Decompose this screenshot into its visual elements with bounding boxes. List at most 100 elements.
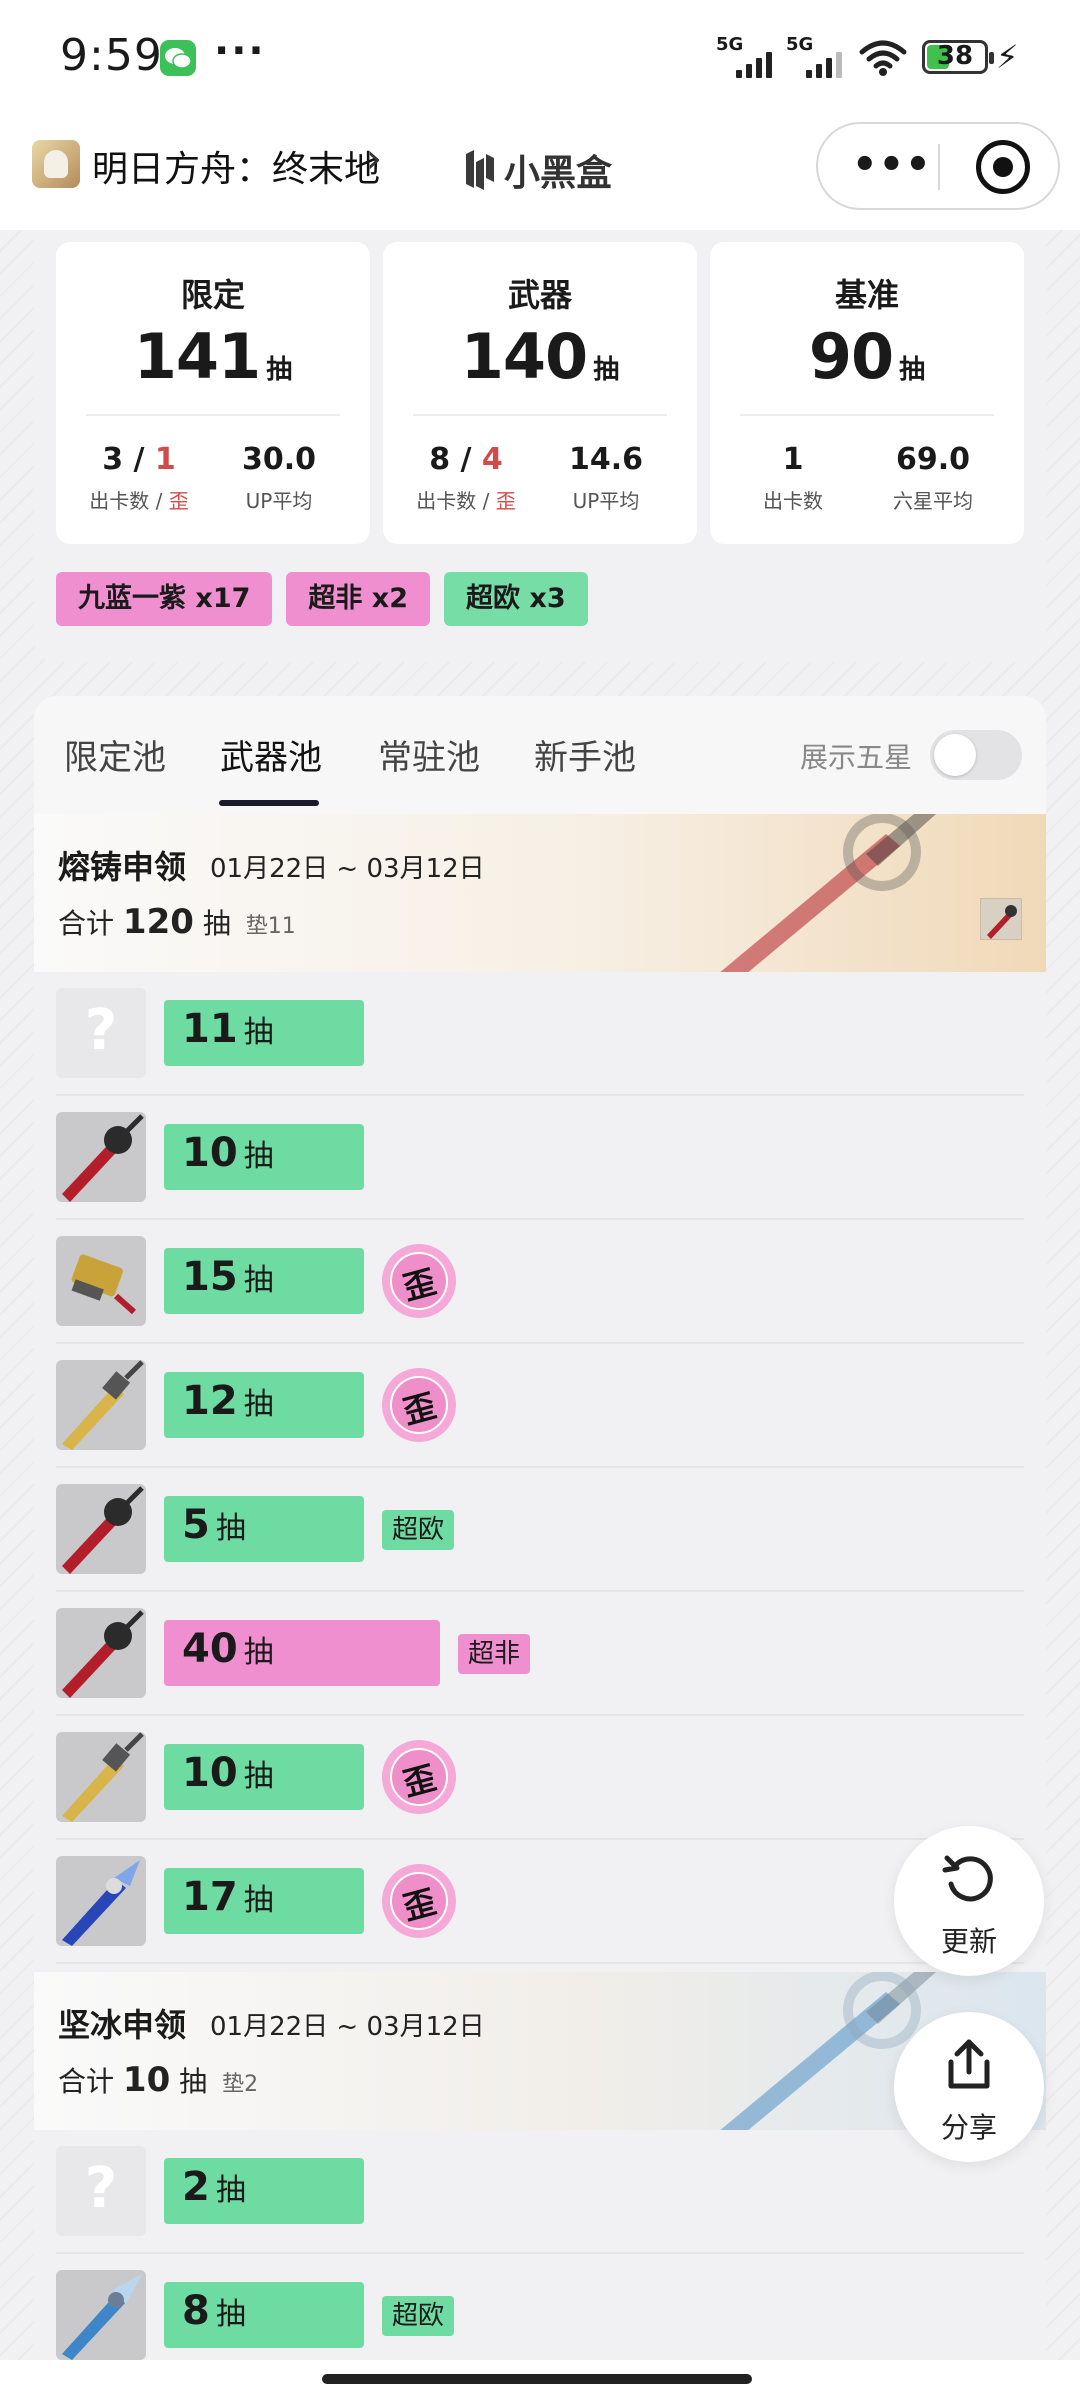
- banner-name: 熔铸申领: [58, 848, 187, 886]
- more-menu-button[interactable]: •••: [852, 142, 932, 188]
- pull-record-row: 8 抽超欧: [34, 2254, 1046, 2360]
- off-banner-badge-text: 歪: [399, 1262, 440, 1308]
- pull-unit: 抽: [243, 1635, 274, 1670]
- wifi-icon: [859, 40, 907, 76]
- home-indicator[interactable]: [322, 2374, 752, 2384]
- pull-count-bar: 5抽: [164, 1496, 364, 1562]
- banner-weapon-thumbnail[interactable]: [980, 898, 1022, 940]
- pull-record-row: 12 抽歪: [34, 1344, 1046, 1468]
- gold-cannon-icon: [56, 1236, 146, 1326]
- red-sword-icon: [56, 1112, 146, 1202]
- off-banner-badge: 歪: [382, 1244, 456, 1318]
- stat-unit: 抽: [266, 355, 293, 385]
- stat-count: 90: [808, 320, 894, 393]
- off-banner-badge: 歪: [382, 1864, 456, 1938]
- pull-unit: 抽: [243, 1883, 274, 1918]
- battery-icon: 38: [922, 40, 994, 74]
- pull-count-bar: 8抽: [164, 2282, 364, 2348]
- tab-active-indicator: [219, 800, 319, 806]
- banner-header: 熔铸申领 01月22日 ~ 03月12日 合计 120 抽 垫11: [34, 814, 1046, 972]
- stat-avg-label: 六星平均: [893, 489, 973, 513]
- summary-tags: 九蓝一紫 x17 超非 x2 超欧 x3: [56, 572, 588, 626]
- pull-count: 10: [182, 1130, 238, 1176]
- content-area: 限定 141 抽 3 / 1 出卡数 / 歪 30.0 UP平均 武器 140 抽 …: [0, 230, 1080, 2360]
- stat-count: 140: [460, 320, 588, 393]
- pull-count: 11: [182, 1006, 238, 1052]
- game-avatar[interactable]: [32, 140, 80, 188]
- pull-record-row: 15 抽歪: [34, 1220, 1046, 1344]
- pull-unit: 抽: [243, 1139, 274, 1174]
- tab-weapon-pool[interactable]: 武器池: [220, 730, 322, 779]
- app-name: 小黑盒: [504, 153, 613, 194]
- pull-unit: 抽: [243, 1015, 274, 1050]
- stat-unit: 抽: [593, 355, 620, 385]
- pull-record-row: ? 2 抽: [34, 2130, 1046, 2254]
- pull-record-row: 5 抽超欧: [34, 1468, 1046, 1592]
- capsule-menu: •••: [816, 122, 1060, 210]
- stat-cards-out: 1: [782, 442, 804, 477]
- close-mini-program-button[interactable]: [976, 140, 1030, 194]
- pull-count: 15: [182, 1254, 238, 1300]
- ice-sword-icon: [56, 2270, 146, 2360]
- pool-tabs: 限定池 武器池 常驻池 新手池 展示五星: [34, 696, 1046, 814]
- wechat-icon: [160, 40, 196, 76]
- stat-count: 141: [133, 320, 261, 393]
- red-sword-icon: [56, 1608, 146, 1698]
- pull-count-bar: 2抽: [164, 2158, 364, 2224]
- banner-total-unit: 抽: [179, 2065, 208, 2098]
- stat-card-limited: 限定 141 抽 3 / 1 出卡数 / 歪 30.0 UP平均: [56, 242, 370, 544]
- app-logo: 小黑盒: [462, 144, 612, 196]
- show-five-star-toggle[interactable]: [930, 730, 1022, 780]
- stat-card-standard: 基准 90 抽 1 出卡数 69.0 六星平均: [710, 242, 1024, 544]
- banner-name: 坚冰申领: [58, 2006, 187, 2044]
- pull-count: 40: [182, 1626, 238, 1672]
- luck-chip: 超欧: [382, 2296, 455, 2336]
- gold-sword-icon: [56, 1360, 146, 1450]
- pull-count-bar: 10 抽: [164, 1744, 364, 1810]
- pull-count: 5: [182, 1502, 210, 1548]
- refresh-button[interactable]: 更新: [894, 1826, 1044, 1976]
- charging-icon: ⚡: [996, 38, 1019, 76]
- pull-unit: 抽: [215, 2173, 246, 2208]
- gold-sword-icon: [56, 1732, 146, 1822]
- mini-program-header: 明日方舟：终末地 › 小黑盒 •••: [0, 118, 1080, 230]
- luck-chip: 超非: [458, 1634, 531, 1674]
- pull-unit: 抽: [243, 1759, 274, 1794]
- status-time: 9:59: [60, 30, 163, 81]
- tag-super-lucky: 超欧 x3: [444, 572, 588, 626]
- chevron-right-icon[interactable]: ›: [366, 136, 382, 182]
- stat-unit: 抽: [899, 355, 926, 385]
- off-banner-badge-text: 歪: [399, 1758, 440, 1804]
- banner-total: 合计 120 抽 垫11: [58, 902, 296, 942]
- game-title[interactable]: 明日方舟：终末地: [92, 140, 380, 192]
- stat-left-label: 出卡数 /: [89, 489, 169, 513]
- banner-total-unit: 抽: [202, 907, 231, 940]
- heybox-logo-icon: [466, 150, 494, 190]
- pull-count: 17: [182, 1874, 238, 1920]
- banner-total-count: 120: [122, 902, 194, 942]
- stats-summary: 限定 141 抽 3 / 1 出卡数 / 歪 30.0 UP平均 武器 140 抽 …: [34, 230, 1046, 662]
- question-icon: ?: [56, 2146, 146, 2236]
- tab-beginner-pool[interactable]: 新手池: [534, 730, 636, 779]
- banner-total: 合计 10 抽 垫2: [58, 2060, 258, 2100]
- stat-cards-out: 3: [102, 442, 124, 477]
- pull-record-row: ? 11 抽: [34, 972, 1046, 1096]
- stat-title: 武器: [507, 276, 572, 314]
- tab-limited-pool[interactable]: 限定池: [64, 730, 166, 779]
- tag-nine-blue: 九蓝一紫 x17: [56, 572, 273, 626]
- banner-dates: 01月22日 ~ 03月12日: [210, 854, 485, 884]
- stat-left-label: 出卡数: [763, 489, 823, 513]
- question-icon: ?: [56, 988, 146, 1078]
- banner-weapon-art: [720, 814, 936, 972]
- stat-title: 限定: [180, 276, 245, 314]
- banner-total-prefix: 合计: [58, 2065, 115, 2098]
- pull-count: 10: [182, 1750, 238, 1796]
- share-button[interactable]: 分享: [894, 2012, 1044, 2162]
- pull-count: 8: [182, 2288, 210, 2334]
- share-label: 分享: [940, 2111, 997, 2144]
- status-bar: 9:59 ··· 5G 5G 38 ⚡: [0, 0, 1080, 118]
- pull-count-bar: 11 抽: [164, 1000, 364, 1066]
- stat-left-label-red: 歪: [168, 489, 189, 513]
- tab-standard-pool[interactable]: 常驻池: [378, 730, 480, 779]
- banner-pity: 垫11: [245, 914, 296, 939]
